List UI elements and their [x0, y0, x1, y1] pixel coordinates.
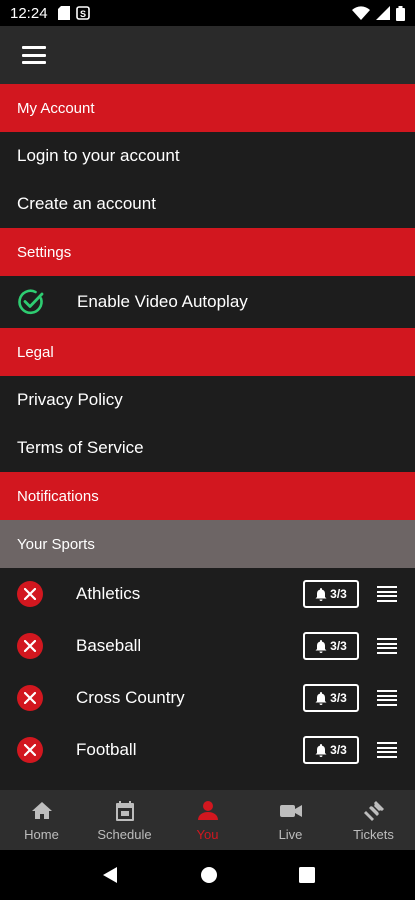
sport-row-football: Football 3/3 [0, 724, 415, 776]
sync-icon: S [75, 6, 90, 20]
nav-tickets[interactable]: Tickets [332, 790, 415, 850]
section-header-legal: Legal [0, 328, 415, 376]
signal-icon [376, 6, 390, 20]
drag-handle-icon[interactable] [377, 586, 397, 602]
login-item[interactable]: Login to your account [0, 132, 415, 180]
remove-icon[interactable] [17, 737, 43, 763]
notification-count: 3/3 [330, 743, 347, 757]
sport-name: Baseball [76, 636, 142, 655]
notification-settings-button[interactable]: 3/3 [303, 580, 359, 608]
check-circle-icon[interactable] [17, 288, 45, 316]
remove-icon[interactable] [17, 581, 43, 607]
notification-settings-button[interactable]: 3/3 [303, 736, 359, 764]
bell-icon [315, 639, 327, 653]
section-header-settings: Settings [0, 228, 415, 276]
remove-icon[interactable] [17, 633, 43, 659]
privacy-policy-item[interactable]: Privacy Policy [0, 376, 415, 424]
notification-count: 3/3 [330, 639, 347, 653]
app-bar [0, 26, 415, 84]
bell-icon [315, 691, 327, 705]
video-autoplay-label: Enable Video Autoplay [77, 292, 248, 311]
status-time: 12:24 [10, 4, 48, 22]
drag-handle-icon[interactable] [377, 690, 397, 706]
bell-icon [315, 587, 327, 601]
person-icon [197, 800, 218, 820]
system-navigation-bar [0, 850, 415, 900]
drag-handle-icon[interactable] [377, 638, 397, 654]
your-sports-header: Your Sports [0, 520, 415, 568]
section-header-my-account: My Account [0, 84, 415, 132]
status-bar: 12:24 S [0, 0, 415, 26]
recents-icon[interactable] [298, 867, 315, 883]
sport-name: Cross Country [76, 688, 185, 707]
notification-settings-button[interactable]: 3/3 [303, 684, 359, 712]
notification-count: 3/3 [330, 691, 347, 705]
home-button-icon[interactable] [200, 866, 218, 884]
back-icon[interactable] [101, 866, 119, 884]
bell-icon [315, 743, 327, 757]
drag-handle-icon[interactable] [377, 742, 397, 758]
video-camera-icon [279, 804, 302, 817]
bottom-navigation: Home Schedule You Live Tickets [0, 790, 415, 850]
nav-live-label: Live [278, 826, 303, 842]
calendar-icon [115, 800, 134, 821]
notification-settings-button[interactable]: 3/3 [303, 632, 359, 660]
settings-list: My Account Login to your account Create … [0, 84, 415, 790]
create-account-item[interactable]: Create an account [0, 180, 415, 228]
menu-icon[interactable] [22, 46, 46, 64]
remove-icon[interactable] [17, 685, 43, 711]
nav-you-label: You [196, 826, 219, 842]
ticket-icon [363, 800, 384, 821]
section-header-notifications: Notifications [0, 472, 415, 520]
nav-schedule[interactable]: Schedule [83, 790, 166, 850]
svg-text:S: S [80, 9, 86, 19]
notification-count: 3/3 [330, 587, 347, 601]
sport-row-baseball: Baseball 3/3 [0, 620, 415, 672]
sd-card-icon [57, 6, 70, 20]
terms-of-service-item[interactable]: Terms of Service [0, 424, 415, 472]
nav-tickets-label: Tickets [353, 826, 394, 842]
sport-row-athletics: Athletics 3/3 [0, 568, 415, 620]
nav-home[interactable]: Home [0, 790, 83, 850]
nav-live[interactable]: Live [249, 790, 332, 850]
sport-row-cross-country: Cross Country 3/3 [0, 672, 415, 724]
home-icon [31, 801, 52, 819]
wifi-icon [352, 6, 370, 20]
video-autoplay-toggle[interactable]: Enable Video Autoplay [0, 276, 415, 328]
sport-name: Football [76, 740, 137, 759]
nav-schedule-label: Schedule [97, 826, 152, 842]
nav-home-label: Home [24, 826, 59, 842]
sport-name: Athletics [76, 584, 141, 603]
battery-icon [396, 5, 405, 21]
nav-you[interactable]: You [166, 790, 249, 850]
